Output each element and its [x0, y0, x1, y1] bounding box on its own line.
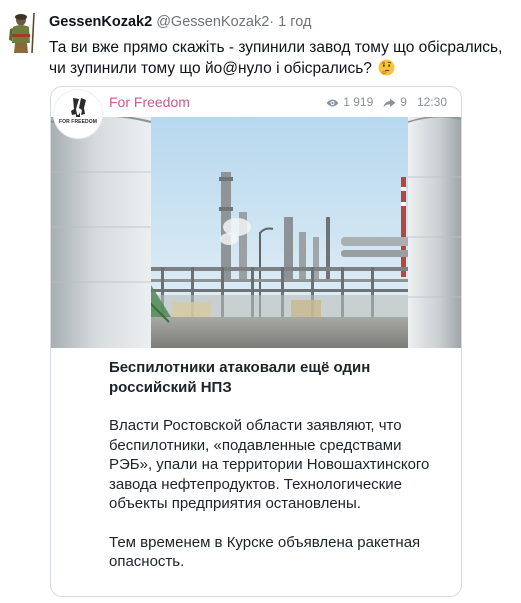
separator-dot: · [269, 14, 275, 30]
refinery-photo[interactable] [51, 117, 461, 348]
card-header: For Freedom 1 919 9 12:30 [51, 87, 461, 117]
post-paragraph-1: Власти Ростовской области заявляют, что … [109, 417, 430, 512]
post-paragraph-2: Тем временем в Курске объявлена ракетная… [109, 533, 421, 571]
tweet-text-body: Та ви вже прямо скажіть - зупинили завод… [49, 39, 503, 77]
shares-count: 9 [400, 95, 407, 109]
thinking-face-icon [378, 59, 395, 76]
tweet-header: GessenKozak2 @GessenKozak2· 1 год [49, 13, 311, 31]
post-title: Беспилотники атаковали ещё один российск… [109, 359, 371, 396]
post-time: 12:30 [416, 95, 447, 109]
embedded-post-card[interactable]: FOR FREEDOM For Freedom 1 919 9 12:30 Бе… [50, 86, 462, 597]
channel-logo-text: FOR FREEDOM [58, 119, 98, 125]
author-avatar[interactable] [5, 11, 41, 55]
post-body: Беспилотники атаковали ещё один российск… [109, 358, 439, 572]
post-stats: 1 919 9 12:30 [326, 95, 447, 109]
channel-name[interactable]: For Freedom [109, 94, 190, 110]
share-arrow-icon [383, 97, 396, 108]
channel-logo[interactable]: FOR FREEDOM [54, 90, 102, 138]
tweet-time[interactable]: 1 год [278, 14, 311, 30]
eye-icon [326, 97, 339, 107]
author-handle[interactable]: @GessenKozak2 [156, 14, 269, 30]
views-count: 1 919 [343, 95, 374, 109]
author-name[interactable]: GessenKozak2 [49, 14, 152, 30]
tweet-text: Та ви вже прямо скажіть - зупинили завод… [49, 37, 517, 79]
tweet[interactable]: GessenKozak2 @GessenKozak2· 1 год Та ви … [0, 0, 521, 603]
